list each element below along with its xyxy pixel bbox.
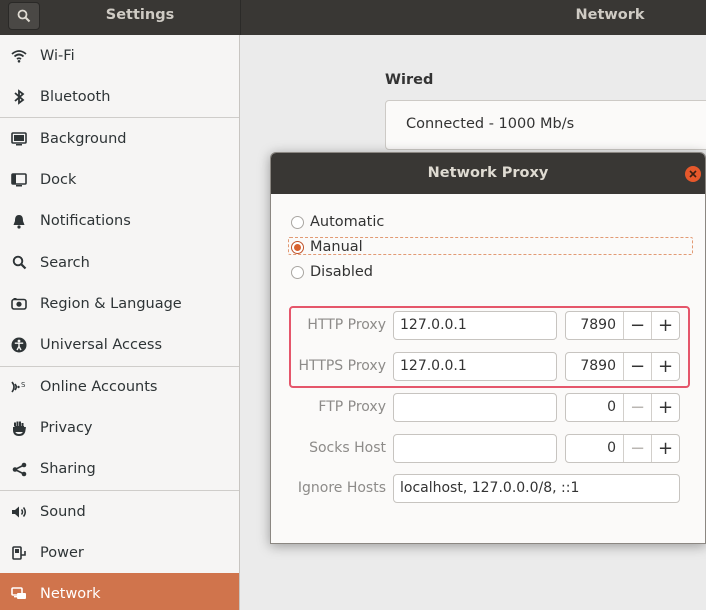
decrement-button[interactable]: − bbox=[623, 312, 651, 339]
search-button[interactable] bbox=[8, 2, 40, 30]
radio-button[interactable] bbox=[291, 240, 304, 254]
sidebar-item-label: Sound bbox=[40, 503, 86, 520]
search-icon bbox=[17, 9, 31, 23]
sidebar-item-label: Universal Access bbox=[40, 336, 163, 353]
sidebar-item-label: Network bbox=[40, 586, 101, 603]
sidebar-item-network[interactable]: Network bbox=[0, 573, 239, 610]
ftp-proxy-label: FTP Proxy bbox=[318, 399, 386, 415]
sidebar-item-label: Wi-Fi bbox=[40, 47, 75, 64]
wifi-icon bbox=[10, 47, 28, 65]
sidebar-item-wifi[interactable]: Wi-Fi bbox=[0, 35, 239, 76]
ignore-hosts-input[interactable]: localhost, 127.0.0.0/8, ::1 bbox=[393, 474, 680, 503]
sidebar-item-label: Search bbox=[40, 254, 90, 271]
panel-title: Network bbox=[575, 7, 645, 23]
sidebar-item-online-accounts[interactable]: S Online Accounts bbox=[0, 367, 239, 408]
https-proxy-host-input[interactable]: 127.0.0.1 bbox=[393, 352, 557, 381]
sidebar-item-region-language[interactable]: Region & Language bbox=[0, 283, 239, 324]
sidebar-item-search[interactable]: Search bbox=[0, 242, 239, 283]
radio-label: Manual bbox=[310, 239, 363, 255]
radio-label: Automatic bbox=[310, 214, 385, 230]
radio-label: Disabled bbox=[310, 264, 373, 280]
increment-button[interactable]: + bbox=[651, 435, 679, 462]
wired-status: Connected - 1000 Mb/s bbox=[406, 116, 575, 132]
background-icon bbox=[10, 130, 28, 148]
ignore-hosts-label: Ignore Hosts bbox=[297, 480, 386, 496]
sidebar-item-label: Region & Language bbox=[40, 295, 182, 312]
accessibility-icon bbox=[10, 336, 28, 354]
socks-host-input[interactable] bbox=[393, 434, 557, 463]
radio-button[interactable] bbox=[291, 215, 304, 229]
https-proxy-port-stepper[interactable]: 7890 − + bbox=[565, 352, 680, 381]
socks-host-label: Socks Host bbox=[309, 440, 386, 456]
sidebar-item-sound[interactable]: Sound bbox=[0, 491, 239, 532]
close-button[interactable] bbox=[685, 166, 701, 182]
http-proxy-port-stepper[interactable]: 7890 − + bbox=[565, 311, 680, 340]
port-value[interactable]: 7890 bbox=[566, 312, 616, 339]
sidebar-item-label: Privacy bbox=[40, 420, 93, 437]
svg-text:S: S bbox=[21, 381, 26, 389]
increment-button[interactable]: + bbox=[651, 394, 679, 421]
dialog-titlebar: Network Proxy bbox=[271, 153, 705, 194]
sidebar: Wi-Fi Bluetooth Background Dock Notifica… bbox=[0, 35, 240, 610]
radio-disabled[interactable]: Disabled bbox=[291, 261, 373, 283]
hand-icon bbox=[10, 419, 28, 437]
sidebar-item-label: Online Accounts bbox=[40, 379, 158, 396]
header-divider bbox=[240, 0, 241, 35]
radio-manual[interactable]: Manual bbox=[291, 236, 363, 258]
sidebar-item-label: Power bbox=[40, 544, 84, 561]
dock-icon bbox=[10, 171, 28, 189]
radio-button[interactable] bbox=[291, 265, 304, 279]
sidebar-item-privacy[interactable]: Privacy bbox=[0, 408, 239, 449]
speaker-icon bbox=[10, 503, 28, 521]
http-proxy-host-input[interactable]: 127.0.0.1 bbox=[393, 311, 557, 340]
bell-icon bbox=[10, 212, 28, 230]
network-proxy-dialog: Network Proxy Automatic Manual Disabled … bbox=[270, 152, 706, 544]
sidebar-item-label: Bluetooth bbox=[40, 88, 111, 105]
sidebar-item-sharing[interactable]: Sharing bbox=[0, 449, 239, 490]
https-proxy-label: HTTPS Proxy bbox=[298, 358, 386, 374]
radio-automatic[interactable]: Automatic bbox=[291, 211, 384, 233]
sidebar-item-label: Dock bbox=[40, 172, 77, 189]
port-value[interactable]: 0 bbox=[566, 435, 616, 462]
search-icon bbox=[10, 254, 28, 272]
sidebar-item-power[interactable]: Power bbox=[0, 532, 239, 573]
settings-title: Settings bbox=[105, 7, 175, 23]
dialog-title: Network Proxy bbox=[427, 165, 549, 181]
power-icon bbox=[10, 544, 28, 562]
sidebar-item-universal-access[interactable]: Universal Access bbox=[0, 324, 239, 365]
headerbar: Settings Network bbox=[0, 0, 706, 35]
online-accounts-icon: S bbox=[10, 378, 28, 396]
increment-button[interactable]: + bbox=[651, 312, 679, 339]
camera-icon bbox=[10, 295, 28, 313]
decrement-button[interactable]: − bbox=[623, 394, 651, 421]
wired-section-title: Wired bbox=[385, 72, 434, 88]
sidebar-item-dock[interactable]: Dock bbox=[0, 160, 239, 201]
socks-port-stepper[interactable]: 0 − + bbox=[565, 434, 680, 463]
decrement-button[interactable]: − bbox=[623, 435, 651, 462]
close-icon bbox=[689, 170, 697, 178]
share-icon bbox=[10, 460, 28, 478]
decrement-button[interactable]: − bbox=[623, 353, 651, 380]
ftp-proxy-port-stepper[interactable]: 0 − + bbox=[565, 393, 680, 422]
sidebar-item-label: Background bbox=[40, 130, 127, 147]
sidebar-item-notifications[interactable]: Notifications bbox=[0, 201, 239, 242]
sidebar-item-label: Sharing bbox=[40, 461, 96, 478]
sidebar-item-background[interactable]: Background bbox=[0, 118, 239, 159]
bluetooth-icon bbox=[10, 88, 28, 106]
port-value[interactable]: 0 bbox=[566, 394, 616, 421]
network-icon bbox=[10, 585, 28, 603]
sidebar-item-bluetooth[interactable]: Bluetooth bbox=[0, 76, 239, 117]
ftp-proxy-host-input[interactable] bbox=[393, 393, 557, 422]
port-value[interactable]: 7890 bbox=[566, 353, 616, 380]
http-proxy-label: HTTP Proxy bbox=[307, 317, 386, 333]
wired-connection-row[interactable]: Connected - 1000 Mb/s bbox=[385, 100, 706, 150]
increment-button[interactable]: + bbox=[651, 353, 679, 380]
sidebar-item-label: Notifications bbox=[40, 213, 131, 230]
